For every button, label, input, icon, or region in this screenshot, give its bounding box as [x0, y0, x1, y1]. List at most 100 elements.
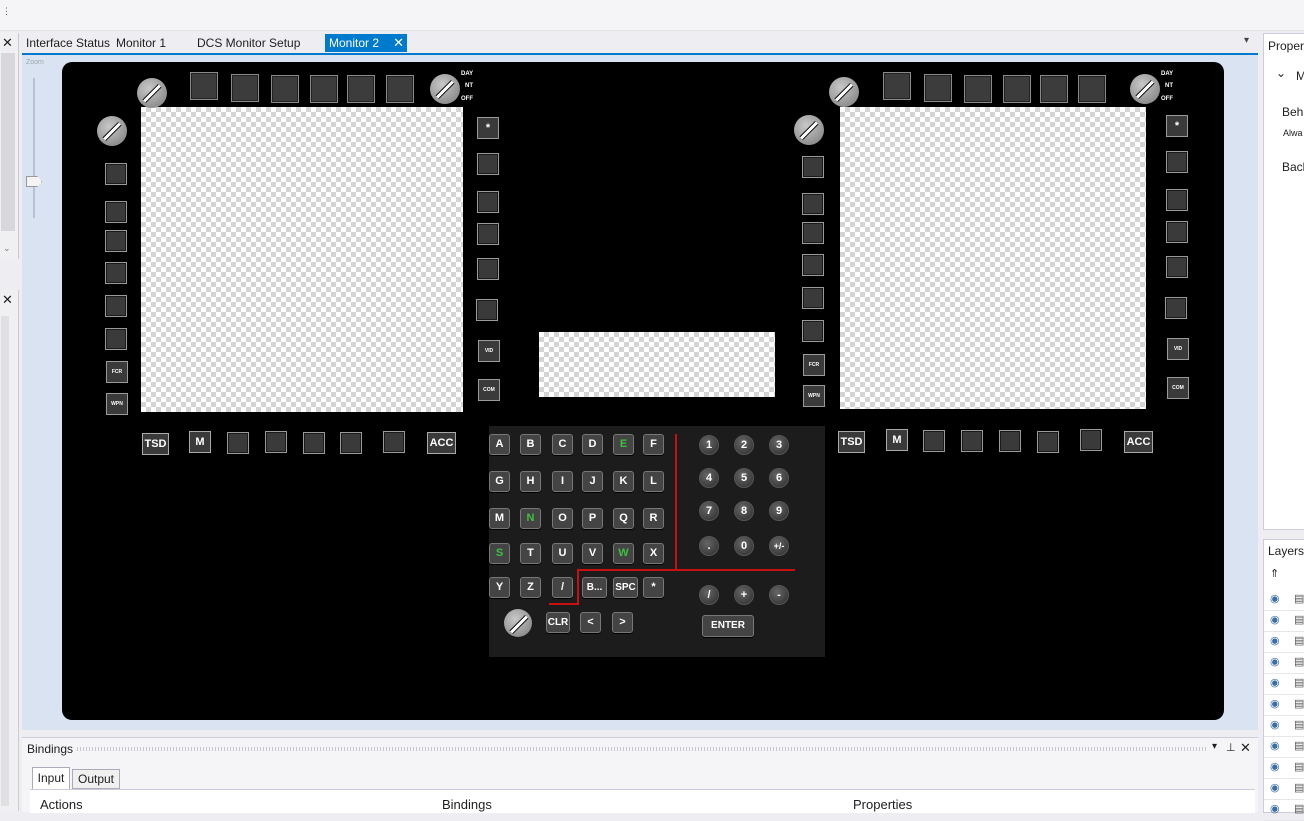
numpad-key-4-0[interactable]: / [699, 585, 719, 605]
layer-stack-icon[interactable]: ▤ [1294, 781, 1304, 794]
left-mfd-knob-side[interactable] [97, 116, 127, 146]
osb-bottom-3[interactable] [303, 432, 325, 454]
key-1-2[interactable]: I [552, 471, 573, 492]
osb-left-6[interactable] [802, 320, 824, 342]
osb-left-1[interactable] [105, 163, 127, 185]
osb-right-1[interactable] [477, 153, 499, 175]
osb-top-3[interactable] [964, 75, 992, 103]
zoom-thumb[interactable] [26, 176, 42, 187]
close-icon[interactable]: ✕ [2, 292, 13, 308]
osb-top-4[interactable] [1003, 75, 1031, 103]
properties-header[interactable]: Properties [853, 797, 912, 812]
bindings-header[interactable]: Bindings [442, 797, 492, 812]
key-2-3[interactable]: P [582, 508, 603, 529]
osb-top-2[interactable] [231, 74, 259, 102]
key-3-3[interactable]: V [582, 543, 603, 564]
osb-top-5[interactable] [347, 75, 375, 103]
left-arrow-key[interactable]: < [580, 612, 601, 633]
key-4-1[interactable]: Z [520, 577, 541, 598]
osb-top-4[interactable] [310, 75, 338, 103]
numpad-key-3-1[interactable]: 0 [734, 536, 754, 556]
layer-row[interactable]: ◉ ▤ [1264, 590, 1304, 611]
eye-icon[interactable]: ◉ [1270, 739, 1280, 752]
osb-left-1[interactable] [802, 156, 824, 178]
numpad-key-4-1[interactable]: + [734, 585, 754, 605]
pin-icon[interactable]: ⊥ [1226, 741, 1236, 754]
key-3-5[interactable]: X [643, 543, 664, 564]
numpad-key-0-2[interactable]: 3 [769, 435, 789, 455]
numpad-key-3-2[interactable]: +/- [769, 536, 789, 556]
numpad-key-0-0[interactable]: 1 [699, 435, 719, 455]
layer-row[interactable]: ◉ ▤ [1264, 737, 1304, 758]
osb-left-3[interactable] [105, 230, 127, 252]
chevron-down-icon[interactable]: ⌄ [3, 243, 11, 254]
eye-icon[interactable]: ◉ [1270, 655, 1280, 668]
acc-button[interactable]: ACC [1124, 431, 1153, 453]
key-0-2[interactable]: C [552, 434, 573, 455]
layer-stack-icon[interactable]: ▤ [1294, 634, 1304, 647]
star-button[interactable]: * [477, 117, 499, 139]
left-mfd-brightness-knob[interactable] [430, 74, 460, 104]
osb-left-2[interactable] [105, 201, 127, 223]
key-4-3[interactable]: B... [582, 577, 607, 598]
sort-up-icon[interactable]: ⇑ [1270, 567, 1279, 580]
eye-icon[interactable]: ◉ [1270, 634, 1280, 647]
osb-bottom-2[interactable] [961, 430, 983, 452]
osb-left-4[interactable] [105, 262, 127, 284]
enter-key[interactable]: ENTER [702, 615, 754, 637]
key-2-5[interactable]: R [643, 508, 664, 529]
layer-row[interactable]: ◉ ▤ [1264, 632, 1304, 653]
scrollbar[interactable] [1, 53, 15, 231]
osb-bottom-1[interactable] [227, 432, 249, 454]
eye-icon[interactable]: ◉ [1270, 781, 1280, 794]
layer-stack-icon[interactable]: ▤ [1294, 697, 1304, 710]
osb-top-6[interactable] [386, 75, 414, 103]
osb-bottom-3[interactable] [999, 430, 1021, 452]
osb-left-6[interactable] [105, 328, 127, 350]
osb-right-3[interactable] [477, 223, 499, 245]
left-mfd-knob-top[interactable] [137, 78, 167, 108]
key-0-4[interactable]: E [613, 434, 634, 455]
layer-stack-icon[interactable]: ▤ [1294, 760, 1304, 773]
eye-icon[interactable]: ◉ [1270, 697, 1280, 710]
eye-icon[interactable]: ◉ [1270, 760, 1280, 773]
close-icon[interactable]: ✕ [2, 35, 13, 51]
eye-icon[interactable]: ◉ [1270, 613, 1280, 626]
eye-icon[interactable]: ◉ [1270, 592, 1280, 605]
tsd-button[interactable]: TSD [838, 431, 865, 453]
key-1-5[interactable]: L [643, 471, 664, 492]
tab-interface-status[interactable]: Interface Status [26, 34, 110, 52]
zoom-slider[interactable]: Zoom [24, 58, 54, 218]
osb-top-2[interactable] [924, 74, 952, 102]
osb-bottom-1[interactable] [923, 430, 945, 452]
numpad-key-3-0[interactable]: . [699, 536, 719, 556]
m-button[interactable]: M [189, 431, 211, 453]
osb-top-1[interactable] [883, 72, 911, 100]
actions-header[interactable]: Actions [40, 797, 83, 812]
osb-right-2[interactable] [477, 191, 499, 213]
acc-button[interactable]: ACC [427, 432, 456, 454]
key-3-4[interactable]: W [613, 543, 634, 564]
clr-key[interactable]: CLR [546, 612, 570, 633]
osb-left-5[interactable] [105, 295, 127, 317]
key-4-5[interactable]: * [643, 577, 664, 598]
osb-bottom-4[interactable] [1037, 431, 1059, 453]
chevron-down-icon[interactable]: ⌄ [1276, 66, 1286, 80]
tab-input[interactable]: Input [32, 767, 70, 789]
key-4-0[interactable]: Y [489, 577, 510, 598]
wpn-button[interactable]: WPN [106, 393, 128, 415]
layer-row[interactable]: ◉ ▤ [1264, 674, 1304, 695]
key-3-2[interactable]: U [552, 543, 573, 564]
layer-row[interactable]: ◉ ▤ [1264, 716, 1304, 737]
layer-stack-icon[interactable]: ▤ [1294, 802, 1304, 815]
tab-dcs-monitor-setup[interactable]: DCS Monitor Setup [197, 34, 300, 52]
layer-stack-icon[interactable]: ▤ [1294, 676, 1304, 689]
m-button[interactable]: M [886, 429, 908, 451]
dropdown-icon[interactable]: ▾ [1212, 741, 1217, 752]
key-0-3[interactable]: D [582, 434, 603, 455]
eye-icon[interactable]: ◉ [1270, 676, 1280, 689]
layer-stack-icon[interactable]: ▤ [1294, 592, 1304, 605]
com-button[interactable]: COM [1167, 377, 1189, 399]
layer-row[interactable]: ◉ ▤ [1264, 758, 1304, 779]
key-2-4[interactable]: Q [613, 508, 634, 529]
